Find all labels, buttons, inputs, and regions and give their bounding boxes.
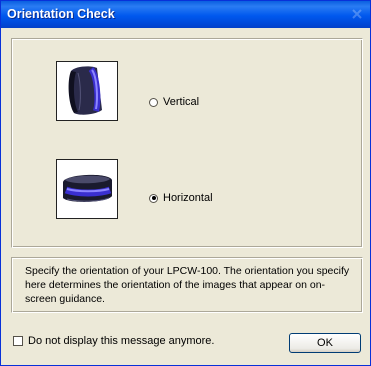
orientation-options-panel: Vertical Horizontal bbox=[11, 38, 363, 248]
vertical-radio[interactable] bbox=[149, 97, 158, 107]
do-not-display-checkbox[interactable] bbox=[13, 336, 23, 346]
vertical-device-image bbox=[56, 61, 118, 121]
horizontal-device-image bbox=[56, 159, 118, 219]
message-box: Specify the orientation of your LPCW-100… bbox=[11, 257, 363, 313]
orientation-check-dialog: Orientation Check Vertical Horizontal Sp… bbox=[0, 0, 371, 366]
horizontal-label: Horizontal bbox=[163, 192, 213, 204]
horizontal-option[interactable]: Horizontal bbox=[149, 192, 213, 204]
title-bar: Orientation Check bbox=[1, 1, 370, 28]
vertical-label: Vertical bbox=[163, 96, 200, 108]
horizontal-radio[interactable] bbox=[149, 193, 158, 203]
do-not-display-label: Do not display this message anymore. bbox=[28, 335, 215, 347]
ok-button[interactable]: OK bbox=[289, 333, 361, 353]
vertical-option[interactable]: Vertical bbox=[149, 96, 199, 108]
do-not-display-option[interactable]: Do not display this message anymore. bbox=[13, 335, 214, 347]
close-icon[interactable] bbox=[349, 6, 365, 22]
dialog-title: Orientation Check bbox=[7, 7, 115, 21]
instruction-text: Specify the orientation of your LPCW-100… bbox=[25, 265, 350, 305]
